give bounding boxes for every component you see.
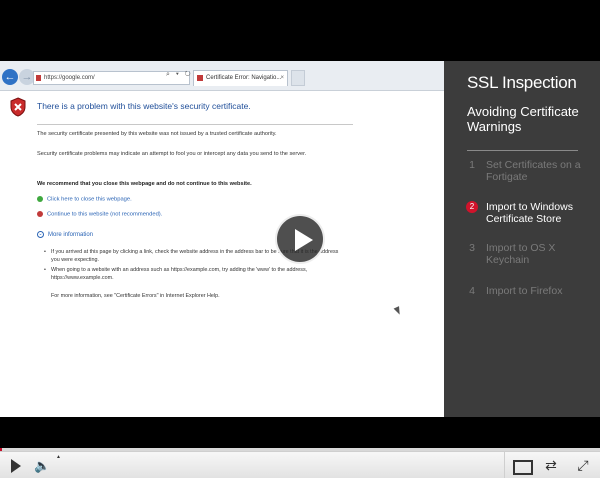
more-information-toggle: ⌄ More information (37, 231, 93, 238)
panel-divider (467, 150, 578, 151)
tab-close-icon: × (280, 75, 284, 81)
shield-x-icon (10, 97, 26, 117)
back-arrow-icon: ← (2, 69, 18, 85)
tab-favicon-icon (197, 75, 203, 81)
continue-link-label: Continue to this website (not recommende… (47, 211, 163, 218)
browser-screenshot: ← → https://google.com/ ⌕ ▾ ↻ Certificat… (0, 61, 444, 417)
chapter-number: 3 (469, 242, 475, 254)
chapter-label: Import to Windows Certificate Store (486, 201, 573, 225)
certificate-error-icon (36, 75, 41, 81)
new-tab-button (291, 70, 305, 86)
more-info-label: More information (48, 232, 94, 239)
chapter-label: Import to OS X Keychain (486, 242, 556, 266)
error-paragraph-1: The security certificate presented by th… (37, 131, 277, 137)
continue-website-link: Continue to this website (not recommende… (37, 211, 162, 218)
error-title: There is a problem with this website's s… (37, 101, 251, 111)
close-link-label: Click here to close this webpage. (47, 196, 132, 203)
green-check-icon (37, 196, 43, 202)
fullscreen-icon[interactable]: ⤢ (574, 456, 592, 475)
url-tools-icons: ⌕ ▾ ↻ (166, 71, 193, 78)
play-icon[interactable] (8, 456, 22, 475)
active-chapter-badge: 2 (466, 201, 478, 213)
picture-in-picture-icon[interactable] (512, 456, 533, 475)
player-controls: 🔈 ▲ ⇄ ⤢ (0, 451, 600, 478)
chapter-panel: SSL Inspection Avoiding Certificate Warn… (444, 61, 600, 417)
chapter-number: 4 (469, 285, 475, 297)
panel-subtitle: Avoiding Certificate Warnings (467, 104, 579, 134)
chevron-down-icon: ⌄ (37, 231, 44, 238)
tab-title: Certificate Error: Navigatio... (206, 75, 282, 81)
info-bullet-2: When going to a website with an address … (44, 267, 347, 282)
chapter-label: Set Certificates on a Fortigate (486, 159, 581, 183)
video-player[interactable]: ← → https://google.com/ ⌕ ▾ ↻ Certificat… (0, 0, 600, 478)
red-shield-icon (37, 211, 43, 217)
controls-divider (504, 452, 505, 478)
volume-icon[interactable]: 🔈 (34, 456, 54, 475)
mouse-cursor-icon (393, 306, 403, 316)
volume-arrow-icon[interactable]: ▲ (56, 454, 61, 460)
address-bar: ← → https://google.com/ ⌕ ▾ ↻ Certificat… (0, 61, 444, 91)
big-play-button[interactable] (275, 214, 325, 264)
error-paragraph-2: Security certificate problems may indica… (37, 151, 307, 157)
more-info-text: For more information, see "Certificate E… (51, 293, 220, 299)
chapter-number: 1 (469, 159, 475, 171)
panel-title: SSL Inspection (467, 73, 577, 92)
url-text: https://google.com/ (44, 75, 95, 81)
share-icon[interactable]: ⇄ (542, 456, 560, 475)
recommendation-text: We recommend that you close this webpage… (37, 181, 252, 187)
divider (37, 124, 353, 125)
browser-tab: Certificate Error: Navigatio... × (193, 70, 288, 86)
close-webpage-link: Click here to close this webpage. (37, 196, 132, 203)
chapter-label: Import to Firefox (486, 285, 563, 297)
